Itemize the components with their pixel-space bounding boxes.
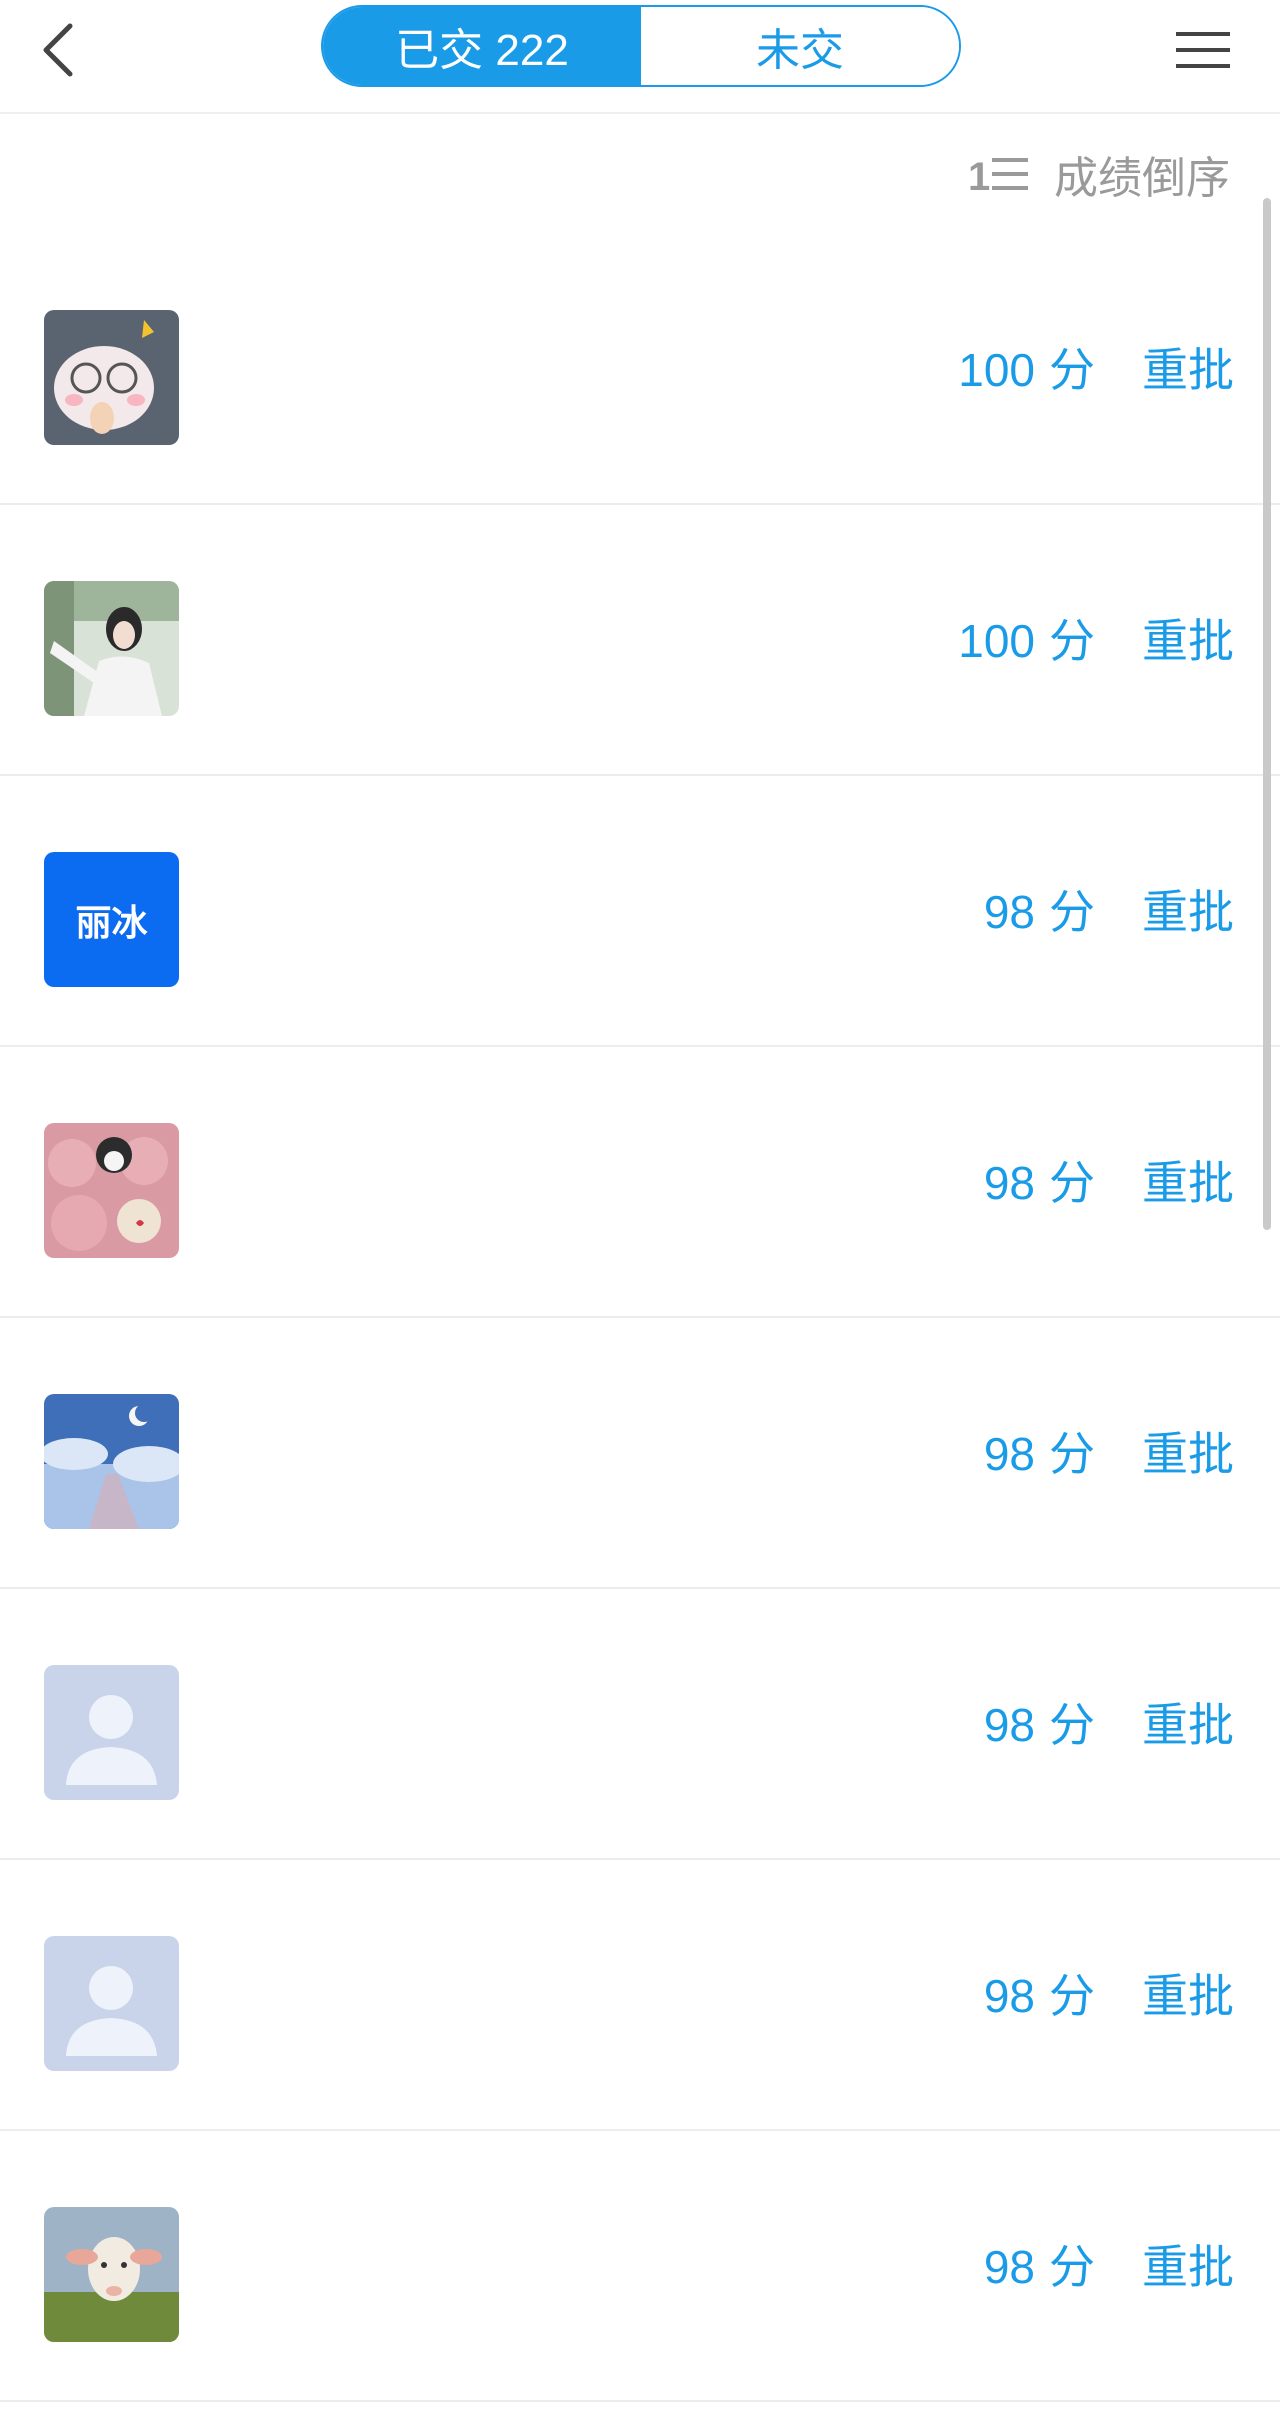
- sort-control[interactable]: 1 成绩倒序: [966, 142, 1230, 206]
- photo-girl-avatar: [44, 581, 179, 716]
- svg-text:1: 1: [968, 155, 990, 198]
- sort-label: 成绩倒序: [1054, 154, 1230, 203]
- list-item[interactable]: 98 分 重批: [0, 2131, 1280, 2402]
- avatar: [44, 581, 179, 716]
- student-name: [210, 610, 510, 670]
- regrade-button[interactable]: 重批: [1142, 2235, 1234, 2299]
- student-name: [210, 1694, 510, 1754]
- student-name: [210, 1152, 510, 1212]
- score: 98 分: [983, 1157, 1095, 1209]
- avatar: [44, 2207, 179, 2342]
- default-user-avatar: [44, 1936, 179, 2071]
- score: 98 分: [983, 1970, 1095, 2022]
- score: 98 分: [983, 2241, 1095, 2293]
- list-item[interactable]: 丽冰 98 分 重批: [0, 776, 1280, 1047]
- student-name: [210, 1423, 510, 1483]
- top-bar: 已交 222 未交: [0, 0, 1280, 114]
- list-item[interactable]: 100 分 重批: [0, 505, 1280, 776]
- regrade-button[interactable]: 重批: [1142, 1151, 1234, 1215]
- list-item[interactable]: 98 分 重批: [0, 1860, 1280, 2131]
- back-button[interactable]: [28, 18, 88, 82]
- scrollbar[interactable]: [1263, 198, 1271, 1230]
- tab-submitted[interactable]: 已交 222: [323, 7, 641, 85]
- lamb-avatar: [44, 2207, 179, 2342]
- plush-toys-avatar: [44, 1123, 179, 1258]
- score: 100 分: [958, 344, 1095, 396]
- regrade-button[interactable]: 重批: [1142, 880, 1234, 944]
- avatar: [44, 1123, 179, 1258]
- student-list: 100 分 重批 100 分 重批 丽冰 98 分 重批 98 分 重批 98 …: [0, 234, 1280, 2402]
- avatar: 丽冰: [44, 852, 179, 987]
- score: 100 分: [958, 615, 1095, 667]
- regrade-button[interactable]: 重批: [1142, 338, 1234, 402]
- regrade-button[interactable]: 重批: [1142, 1422, 1234, 1486]
- avatar: [44, 1394, 179, 1529]
- menu-button[interactable]: [1170, 26, 1236, 74]
- tab-not-submitted[interactable]: 未交: [641, 7, 959, 85]
- avatar: [44, 1936, 179, 2071]
- chevron-left-icon: [43, 23, 73, 77]
- night-sky-avatar: [44, 1394, 179, 1529]
- student-name: [210, 1965, 510, 2025]
- avatar: [44, 1665, 179, 1800]
- student-name: [210, 339, 510, 399]
- list-item[interactable]: 98 分 重批: [0, 1318, 1280, 1589]
- avatar: [44, 310, 179, 445]
- student-name: [210, 2236, 510, 2296]
- list-item[interactable]: 100 分 重批: [0, 234, 1280, 505]
- hamburger-menu-icon: [1176, 32, 1230, 68]
- score: 98 分: [983, 1699, 1095, 1751]
- score: 98 分: [983, 886, 1095, 938]
- regrade-button[interactable]: 重批: [1142, 609, 1234, 673]
- student-name: [210, 881, 510, 941]
- list-item[interactable]: 98 分 重批: [0, 1589, 1280, 1860]
- avatar-text: 丽冰: [75, 901, 148, 943]
- cartoon-pig-avatar: [44, 310, 179, 445]
- score: 98 分: [983, 1428, 1095, 1480]
- regrade-button[interactable]: 重批: [1142, 1693, 1234, 1757]
- submission-tabs: 已交 222 未交: [321, 5, 961, 87]
- default-user-avatar: [44, 1665, 179, 1800]
- list-item[interactable]: 98 分 重批: [0, 1047, 1280, 1318]
- regrade-button[interactable]: 重批: [1142, 1964, 1234, 2028]
- sort-list-icon: 1: [968, 155, 1028, 198]
